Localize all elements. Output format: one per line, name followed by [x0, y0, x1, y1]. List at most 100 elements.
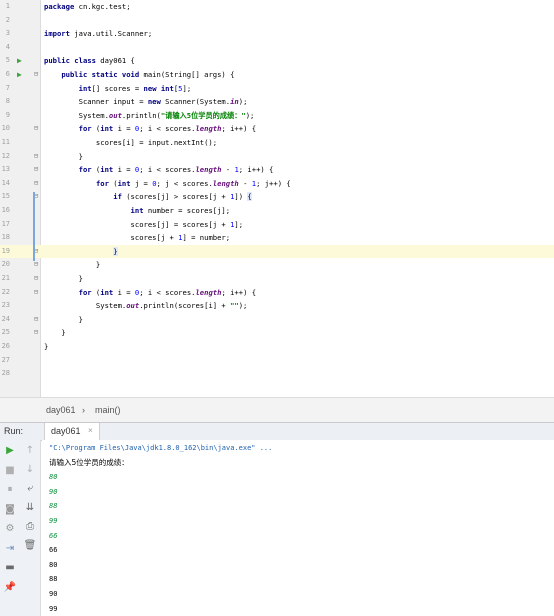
code-line[interactable]: 14 ⊟ for (int j = 0; j < scores.length - … [0, 177, 554, 191]
code-line[interactable]: 18 scores[j + 1] = number; [0, 231, 554, 245]
code-line[interactable]: 4 [0, 41, 554, 55]
fold-icon[interactable]: ⊟ [34, 272, 38, 286]
code-line[interactable]: 1 package cn.kgc.test; [0, 0, 554, 14]
code-text: int[] scores = new int[5]; [78, 83, 192, 93]
code-text: for (int i = 0; i < scores.length; i++) … [78, 124, 257, 134]
code-line[interactable]: 23 System.out.println(scores[i] + ""); [0, 299, 554, 313]
line-number: 13 [1, 165, 10, 174]
fold-icon[interactable]: ⊟ [34, 163, 38, 177]
console-line: 66 [49, 546, 58, 555]
line-number: 3 [5, 29, 10, 38]
code-text: scores[j + 1] = number; [44, 233, 231, 243]
soft-wrap-icon[interactable]: ⤶ [20, 482, 40, 496]
pin-icon[interactable]: 📌 [0, 581, 20, 595]
scroll-to-end-icon[interactable]: ⇊ [20, 501, 40, 515]
console-output[interactable]: "C:\Program Files\Java\jdk1.8.0_162\bin\… [42, 440, 554, 616]
code-editor[interactable]: 1 package cn.kgc.test; 2 3 import java.util.… [0, 0, 554, 397]
code-line[interactable]: 26} [0, 340, 554, 354]
run-label: Run: [4, 426, 24, 436]
line-number: 19 [1, 246, 10, 255]
run-panel-header: Run: day061 × [0, 422, 554, 441]
code-text: } [113, 246, 118, 256]
line-number: 21 [1, 274, 10, 282]
fold-icon[interactable]: ⊟ [34, 313, 38, 327]
line-number: 20 [1, 260, 10, 269]
console-line: 99 [49, 517, 58, 525]
code-line[interactable]: 24 ⊟ } [0, 313, 554, 327]
settings-icon[interactable]: ⚙ [0, 522, 20, 536]
code-line[interactable]: 8 Scanner input = new Scanner(System.in)… [0, 95, 554, 109]
code-line[interactable]: 25 ⊟ } [0, 326, 554, 340]
line-number: 12 [1, 151, 10, 160]
breadcrumb-method[interactable]: main() [95, 405, 121, 415]
line-number: 27 [1, 355, 10, 364]
console-line: 66 [49, 531, 58, 540]
line-number: 11 [1, 138, 10, 146]
fold-icon[interactable]: ⊟ [34, 150, 38, 164]
fold-icon[interactable]: ⊟ [34, 286, 38, 300]
close-icon[interactable]: × [88, 426, 93, 435]
code-text: public class day061 { [44, 56, 135, 66]
code-text: scores[j] = scores[j + 1]; [44, 219, 244, 229]
line-number: 23 [1, 301, 10, 310]
code-line[interactable]: 12 ⊟ } [0, 150, 554, 164]
code-line[interactable]: 20 ⊟ } [0, 258, 554, 272]
code-text: for (int j = 0; j < scores.length - 1; j… [95, 178, 291, 188]
camera-icon[interactable]: ◙ [0, 503, 20, 517]
layout-icon[interactable]: ▬ [0, 561, 20, 575]
run-gutter-icon[interactable]: ▶ [17, 68, 22, 82]
line-number: 14 [1, 178, 10, 187]
code-line[interactable]: 9 System.out.println("请输入5位学员的成绩："); [0, 109, 554, 123]
code-line[interactable]: 22 ⊟ for (int i = 0; i < scores.length; i… [0, 286, 554, 300]
code-line[interactable]: 27 [0, 354, 554, 368]
code-line[interactable]: 17 scores[j] = scores[j + 1]; [0, 218, 554, 232]
breadcrumb-separator: › [82, 405, 85, 415]
code-line[interactable]: 2 [0, 14, 554, 28]
code-line[interactable]: 21 ⊟ } [0, 272, 554, 286]
line-number: 9 [5, 110, 10, 119]
run-tab-label: day061 [51, 426, 81, 436]
pause-icon[interactable]: ⏸ [0, 483, 20, 497]
breadcrumb-class[interactable]: day061 [46, 405, 76, 415]
code-line[interactable]: 19 ⊟ } [0, 244, 554, 259]
code-line[interactable]: 15 ⊟ if (scores[j] > scores[j + 1]) { [0, 190, 554, 204]
fold-icon[interactable]: ⊟ [34, 326, 38, 340]
breadcrumb: day061 › main() [0, 397, 554, 423]
code-line[interactable]: 16 int number = scores[j]; [0, 204, 554, 218]
code-line[interactable]: 7 int[] scores = new int[5]; [0, 82, 554, 96]
code-line[interactable]: 5 ▶ public class day061 { [0, 54, 554, 68]
console-line: 请输入5位学员的成绩： [49, 457, 129, 467]
run-tab-day061[interactable]: day061 × [44, 423, 100, 440]
fold-icon[interactable]: ⊟ [34, 68, 38, 82]
code-line[interactable]: 6 ▶ ⊟ public static void main(String[] arg… [0, 68, 554, 82]
code-line[interactable]: 28 [0, 367, 554, 381]
code-text: int number = scores[j]; [130, 206, 231, 215]
exit-icon[interactable]: ⇥ [0, 542, 20, 556]
scope-indicator [33, 192, 35, 261]
code-line[interactable]: 13 ⊟ for (int i = 0; i < scores.length - … [0, 163, 554, 177]
code-text: } [44, 314, 83, 324]
code-text: System.out.println(scores[i] + ""); [44, 301, 248, 311]
line-number: 4 [5, 42, 10, 51]
code-text: } [44, 274, 83, 283]
scroll-down-icon[interactable]: ↓ [20, 463, 40, 477]
code-text: } [44, 151, 83, 161]
scroll-up-icon[interactable]: ↑ [20, 444, 40, 458]
rerun-icon[interactable]: ▶ [0, 444, 20, 458]
line-number: 5 [5, 56, 10, 65]
console-line: 80 [49, 560, 58, 569]
trash-icon[interactable]: 🗑 [20, 539, 40, 553]
line-number: 22 [1, 287, 10, 296]
line-number: 28 [1, 369, 10, 378]
fold-icon[interactable]: ⊟ [34, 177, 38, 191]
code-line[interactable]: 3 import java.util.Scanner; [0, 27, 554, 41]
stop-icon[interactable]: ■ [0, 464, 20, 478]
line-number: 1 [5, 2, 10, 10]
fold-icon[interactable]: ⊟ [34, 122, 38, 136]
code-text: Scanner input = new Scanner(System.in); [44, 97, 248, 107]
print-icon[interactable]: ⎙ [20, 520, 40, 534]
run-gutter-icon[interactable]: ▶ [17, 54, 22, 68]
code-line[interactable]: 10 ⊟ for (int i = 0; i < scores.length; i… [0, 122, 554, 136]
code-text: } [44, 342, 49, 351]
code-line[interactable]: 11 scores[i] = input.nextInt(); [0, 136, 554, 150]
